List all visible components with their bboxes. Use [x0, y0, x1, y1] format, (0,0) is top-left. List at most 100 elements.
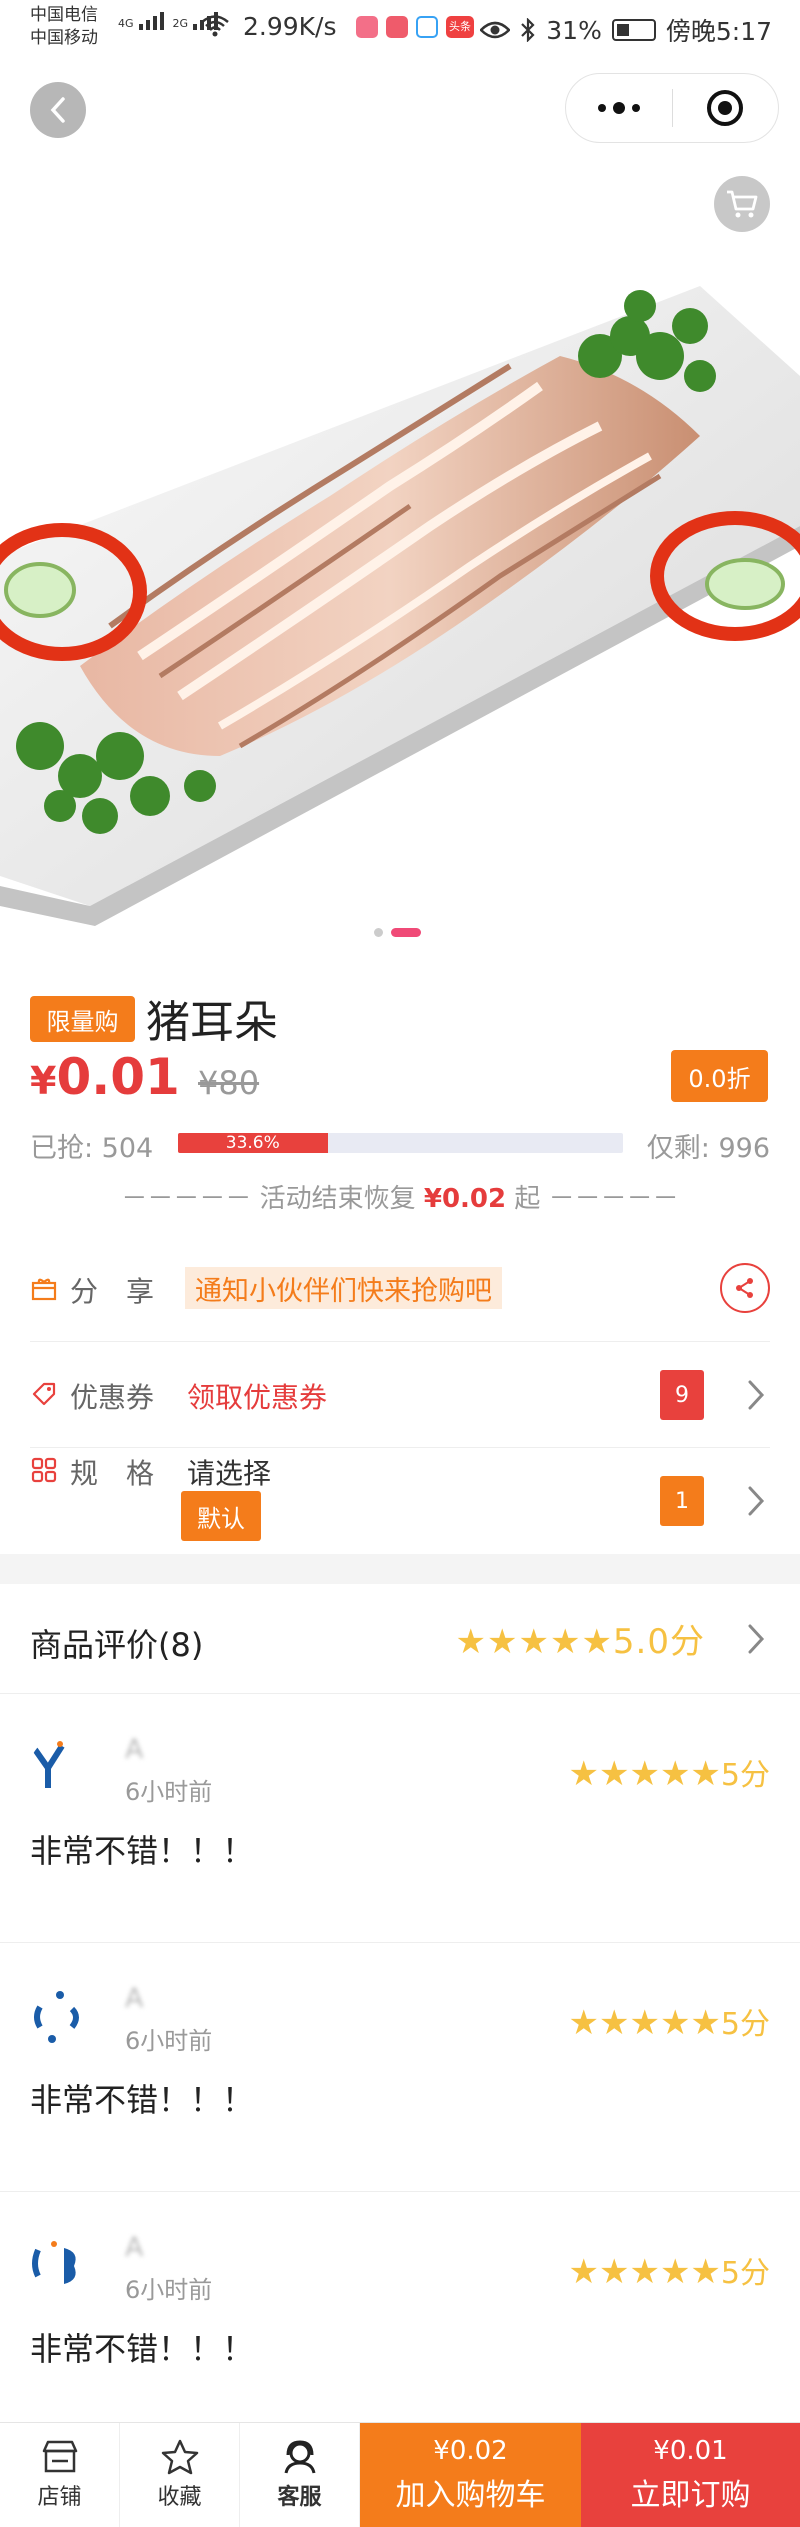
product-title: 猪耳朵 — [146, 997, 278, 1048]
spec-label: 规 格 — [70, 1457, 155, 1490]
battery-icon — [611, 19, 656, 41]
spec-select[interactable]: 请选择 — [187, 1452, 271, 1492]
restore-suffix: 起 －－－－－ — [506, 1184, 679, 1214]
share-button[interactable] — [720, 1263, 770, 1313]
add-to-cart-button[interactable]: ¥0.02 加入购物车 — [360, 2423, 581, 2527]
close-miniprogram-button[interactable] — [673, 88, 779, 128]
currency-symbol: ¥ — [30, 1059, 57, 1103]
rating-value: 5分 — [720, 2007, 770, 2042]
star-outline-icon — [161, 2439, 198, 2475]
notification-icons: 头条 — [356, 16, 474, 38]
product-image — [0, 286, 800, 926]
bluetooth-icon — [521, 18, 535, 42]
spec-row[interactable]: 规 格 请选择 默认 1 — [30, 1448, 770, 1554]
bottom-action-bar: 店铺 收藏 客服 ¥0.02 加入购物车 ¥0.01 立即订购 — [0, 2422, 800, 2527]
original-price: ¥80 — [198, 1064, 260, 1102]
tag-icon — [32, 1382, 56, 1406]
target-icon — [707, 90, 744, 126]
reviews-header[interactable]: 商品评价(8) ★★★★★5.0分 — [0, 1584, 800, 1694]
favorite-label: 收藏 — [157, 2485, 202, 2510]
product-info: 限量购 猪耳朵 ¥0.01 ¥80 0.0折 已抢: 504 33.6% 仅剩:… — [0, 956, 800, 1236]
restore-price-note: －－－－－ 活动结束恢复 ¥0.02 起 －－－－－ — [0, 1178, 800, 1215]
order-price: ¥0.01 — [653, 2436, 728, 2466]
coupon-label: 优惠券 — [70, 1381, 155, 1414]
star-rating: ★★★★★ — [455, 1622, 613, 1662]
service-tab[interactable]: 客服 — [240, 2423, 360, 2527]
review-item: A 6小时前 ★★★★★5分 非常不错！！！ — [0, 2192, 800, 2441]
spec-option-default[interactable]: 默认 — [181, 1491, 261, 1541]
clock: 傍晚5:17 — [665, 17, 772, 46]
sales-progress-fill: 33.6% — [178, 1133, 328, 1153]
review-rating: ★★★★★5分 — [569, 1999, 771, 2043]
share-note: 通知小伙伴们快来抢购吧 — [185, 1267, 502, 1309]
gift-icon — [31, 1278, 57, 1301]
back-button[interactable] — [30, 82, 86, 138]
carrier-1: 中国电信 — [30, 5, 98, 25]
store-tab[interactable]: 店铺 — [0, 2423, 120, 2527]
reviewer-name: A — [125, 1983, 144, 2014]
share-row: 分 享 通知小伙伴们快来抢购吧 — [30, 1236, 770, 1342]
news-app-icon: 头条 — [446, 16, 474, 38]
star-rating: ★★★★★ — [568, 1754, 721, 1794]
star-rating: ★★★★★ — [568, 2003, 721, 2043]
discount-badge: 0.0折 — [671, 1050, 768, 1102]
favorite-tab[interactable]: 收藏 — [120, 2423, 240, 2527]
carrier-2: 中国移动 — [30, 28, 98, 48]
reviews-score: ★★★★★5.0分 — [456, 1614, 705, 1663]
review-item: A 6小时前 ★★★★★5分 非常不错！！！ — [0, 1943, 800, 2192]
review-time: 6小时前 — [125, 1778, 213, 1806]
store-label: 店铺 — [37, 2485, 82, 2510]
score-value: 5.0分 — [612, 1622, 705, 1662]
current-price: ¥0.01 — [30, 1048, 180, 1106]
sales-progress-bar: 33.6% — [178, 1133, 623, 1153]
rating-value: 5分 — [720, 2256, 770, 2291]
review-time: 6小时前 — [125, 2027, 213, 2055]
cart-button[interactable] — [714, 176, 770, 232]
review-item: A 6小时前 ★★★★★5分 非常不错！！！ — [0, 1694, 800, 1943]
battery-percent: 31% — [546, 15, 602, 45]
carousel-dot[interactable] — [374, 928, 383, 937]
chevron-right-icon[interactable] — [746, 1378, 766, 1412]
customer-service-icon — [284, 2440, 315, 2474]
get-coupon-link[interactable]: 领取优惠券 — [187, 1376, 327, 1416]
remaining-count: 仅剩: 996 — [646, 1133, 770, 1164]
star-rating: ★★★★★ — [568, 2252, 721, 2292]
reviews-title: 商品评价(8) — [30, 1626, 204, 1664]
network-2-label: 2G — [172, 17, 189, 30]
restore-prefix: －－－－－ 活动结束恢复 — [121, 1184, 424, 1214]
more-button[interactable] — [566, 102, 672, 114]
network-1-label: 4G — [118, 17, 134, 30]
carrier-info: 中国电信 中国移动 — [30, 4, 98, 50]
app-notify-icon — [356, 16, 378, 38]
coupon-row[interactable]: 优惠券 领取优惠券 9 — [30, 1342, 770, 1448]
wifi-icon — [201, 15, 229, 37]
eye-icon — [480, 21, 511, 39]
status-right: 31% 傍晚5:17 — [480, 12, 772, 48]
grid-icon — [31, 1457, 57, 1483]
review-text: 非常不错！！！ — [30, 1832, 255, 1870]
product-image-carousel[interactable] — [0, 56, 800, 956]
network-speed: 2.99K/s — [243, 12, 337, 41]
avatar — [30, 1738, 88, 1796]
buy-now-button[interactable]: ¥0.01 立即订购 — [581, 2423, 800, 2527]
review-rating: ★★★★★5分 — [569, 2248, 771, 2292]
avatar — [30, 1987, 88, 2045]
buy-now-label: 立即订购 — [630, 2478, 751, 2513]
limited-tag: 限量购 — [30, 996, 135, 1042]
avatar — [30, 2236, 88, 2294]
spec-count-badge: 1 — [660, 1476, 704, 1526]
review-text: 非常不错！！！ — [30, 2330, 255, 2368]
coupon-count-badge: 9 — [660, 1370, 704, 1420]
reviewer-name: A — [125, 2232, 144, 2263]
section-divider — [0, 1554, 800, 1584]
review-time: 6小时前 — [125, 2276, 213, 2304]
miniprogram-capsule — [565, 73, 779, 143]
carousel-dot-active[interactable] — [391, 928, 421, 937]
chevron-right-icon[interactable] — [746, 1622, 766, 1656]
chevron-right-icon[interactable] — [746, 1484, 766, 1518]
share-label: 分 享 — [70, 1275, 155, 1308]
sold-count: 已抢: 504 — [30, 1133, 154, 1164]
review-text: 非常不错！！！ — [30, 2081, 255, 2119]
service-label: 客服 — [277, 2485, 322, 2510]
store-icon — [42, 2440, 77, 2473]
